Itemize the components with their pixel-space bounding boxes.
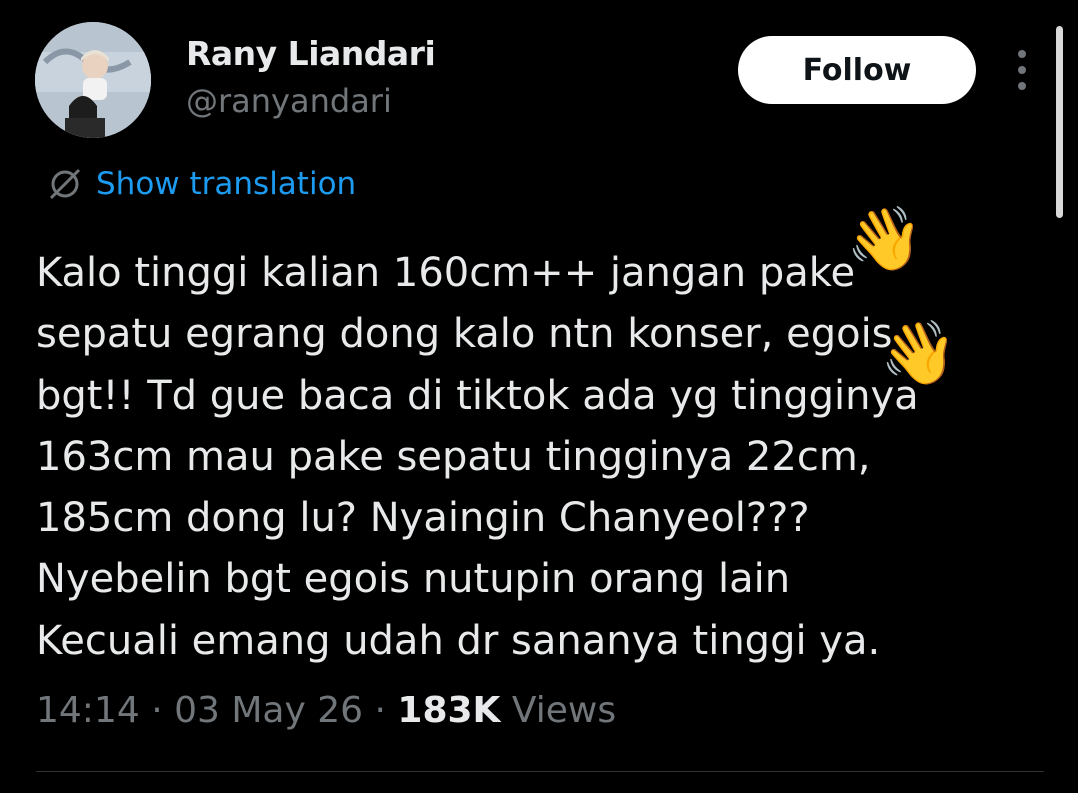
more-vertical-icon[interactable] <box>1010 50 1034 90</box>
tweet-meta: 14:14 · 03 May 26 · 183K Views <box>36 690 616 731</box>
tweet-line: sepatu egrang dong kalo ntn konser, egoi… <box>36 311 893 358</box>
tweet-line: 163cm mau pake sepatu tingginya 22cm, <box>36 433 871 480</box>
author-name[interactable]: Rany Liandari <box>186 34 436 73</box>
show-translation-label: Show translation <box>96 166 357 202</box>
tweet-line: Kecuali emang udah dr sananya tinggi ya. <box>36 617 881 664</box>
author-handle[interactable]: @ranyandari <box>186 82 392 120</box>
follow-button[interactable]: Follow <box>738 36 976 104</box>
more-dot <box>1018 50 1026 58</box>
views-count[interactable]: 183K <box>397 690 500 731</box>
meta-separator: · <box>374 690 386 731</box>
show-translation-button[interactable]: Show translation <box>48 166 356 202</box>
scrollbar[interactable] <box>1056 26 1063 218</box>
meta-separator: · <box>151 690 163 731</box>
divider <box>36 771 1044 772</box>
tweet-line: 185cm dong lu? Nyaingin Chanyeol??? <box>36 495 810 542</box>
avatar[interactable] <box>35 22 151 138</box>
tweet-time[interactable]: 14:14 <box>36 690 140 731</box>
more-dot <box>1018 66 1026 74</box>
tweet-line: Nyebelin bgt egois nutupin orang lain <box>36 556 791 603</box>
more-dot <box>1018 82 1026 90</box>
avatar-image <box>35 22 151 138</box>
waving-hand-emoji: 👋 <box>846 202 924 275</box>
views-label: Views <box>511 690 617 731</box>
translate-icon <box>49 168 81 200</box>
tweet-text: Kalo tinggi kalian 160cm++ jangan pake s… <box>36 243 996 672</box>
waving-hand-emoji: 👋 <box>880 316 958 389</box>
tweet-line: bgt!! Td gue baca di tiktok ada yg tingg… <box>36 372 919 419</box>
tweet-date[interactable]: 03 May 26 <box>174 690 363 731</box>
